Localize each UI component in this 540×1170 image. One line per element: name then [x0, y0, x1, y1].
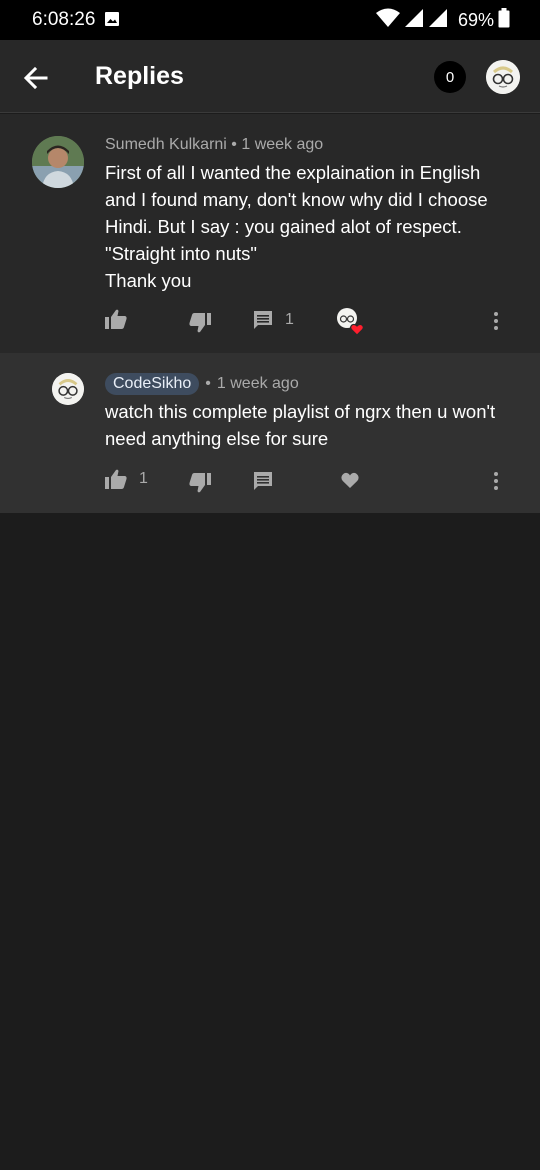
- more-options-button[interactable]: [493, 311, 499, 331]
- battery-percent: 69%: [457, 10, 494, 30]
- more-vert-icon: [494, 312, 498, 330]
- reply-reply-button[interactable]: [253, 471, 273, 491]
- battery-icon: [498, 8, 510, 33]
- reply-age: 1 week ago: [216, 375, 299, 392]
- main-comment: Sumedh Kulkarni • 1 week ago First of al…: [0, 114, 540, 353]
- signal-icon-2: [428, 8, 448, 33]
- commenter-avatar[interactable]: [32, 136, 84, 188]
- reply-actions: 1: [0, 467, 540, 497]
- reply-author-avatar[interactable]: [52, 373, 84, 405]
- reply-comment: CodeSikho • 1 week ago watch this comple…: [0, 353, 540, 513]
- account-avatar[interactable]: [486, 60, 520, 94]
- creator-heart[interactable]: [336, 307, 366, 337]
- comment-icon: [254, 311, 272, 329]
- status-time: 6:08:26: [32, 9, 96, 30]
- meta-separator: •: [231, 136, 237, 153]
- comment-text: First of all I wanted the explaination i…: [105, 162, 488, 291]
- wifi-icon: [375, 8, 400, 33]
- reply-text: watch this complete playlist of ngrx the…: [105, 401, 496, 449]
- page-title: Replies: [95, 62, 184, 90]
- reply-like-count: 1: [139, 470, 148, 487]
- thumbs-down-icon: [189, 313, 211, 333]
- heart-icon: [341, 472, 359, 488]
- more-vert-icon: [494, 472, 498, 490]
- reply-button[interactable]: 1: [253, 310, 294, 330]
- meta-separator: •: [205, 375, 211, 392]
- dislike-button[interactable]: [189, 313, 211, 333]
- reply-meta: CodeSikho • 1 week ago: [105, 373, 299, 395]
- comment-author[interactable]: Sumedh Kulkarni: [105, 136, 227, 153]
- image-notification-icon: [104, 11, 120, 32]
- comment-actions: 1: [0, 307, 540, 337]
- comment-meta: Sumedh Kulkarni • 1 week ago: [105, 136, 323, 154]
- reply-like-button[interactable]: 1: [105, 469, 148, 489]
- reply-author-chip[interactable]: CodeSikho: [105, 373, 200, 395]
- like-button[interactable]: [105, 309, 127, 329]
- thumbs-up-icon: [105, 309, 127, 329]
- notification-count-badge[interactable]: 0: [434, 61, 466, 93]
- creator-heart-icon: [337, 308, 364, 336]
- reply-dislike-button[interactable]: [189, 473, 211, 493]
- status-right: 69%: [375, 8, 510, 33]
- arrow-left-icon: [23, 66, 48, 90]
- app-bar: Replies 0: [0, 40, 540, 113]
- comment-icon: [254, 472, 272, 490]
- reply-heart-button[interactable]: [341, 472, 359, 489]
- reply-more-options-button[interactable]: [493, 471, 499, 491]
- signal-icon: [404, 8, 424, 33]
- reply-count: 1: [285, 311, 294, 328]
- thumbs-down-icon: [189, 473, 211, 493]
- thumbs-up-icon: [105, 469, 127, 489]
- status-bar: 6:08:26 69%: [0, 0, 540, 40]
- comment-age: 1 week ago: [241, 136, 324, 153]
- back-button[interactable]: [20, 62, 52, 94]
